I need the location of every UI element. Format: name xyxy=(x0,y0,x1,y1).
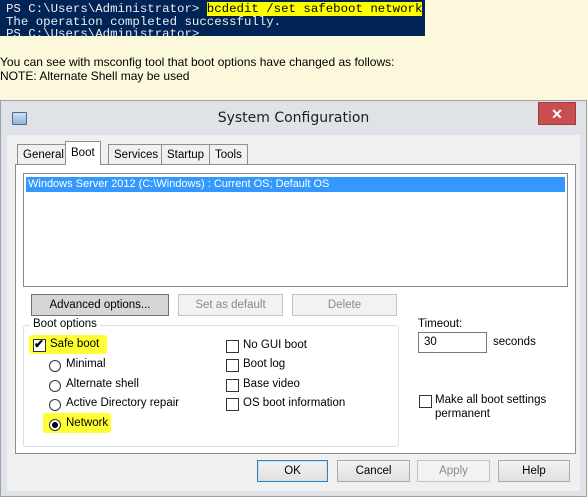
alternate-shell-label: Alternate shell xyxy=(66,378,139,390)
window-title: System Configuration xyxy=(217,110,370,126)
make-permanent-checkbox[interactable] xyxy=(419,395,432,408)
apply-button[interactable]: Apply xyxy=(417,460,490,482)
no-gui-boot-label: No GUI boot xyxy=(243,339,307,351)
no-gui-boot-checkbox[interactable] xyxy=(226,340,239,353)
safe-boot-label: Safe boot xyxy=(50,338,100,350)
delete-button[interactable]: Delete xyxy=(292,294,397,316)
system-configuration-window: System Configuration ✕ General Boot Serv… xyxy=(0,100,587,497)
note-line-1: You can see with msconfig tool that boot… xyxy=(0,55,395,69)
make-permanent-label-line2: permanent xyxy=(435,408,490,420)
safe-boot-checkbox[interactable] xyxy=(33,337,46,352)
boot-log-checkbox[interactable] xyxy=(226,359,239,372)
boot-tab-panel: Windows Server 2012 (C:\Windows) : Curre… xyxy=(15,164,576,454)
close-button[interactable]: ✕ xyxy=(538,102,576,125)
os-boot-information-label: OS boot information xyxy=(243,397,346,409)
powershell-console: PS C:\Users\Administrator> bcdedit /set … xyxy=(0,0,425,36)
active-directory-repair-radio[interactable] xyxy=(49,399,61,411)
help-button[interactable]: Help xyxy=(498,460,570,482)
boot-options-label: Boot options xyxy=(30,318,100,330)
cancel-button[interactable]: Cancel xyxy=(337,460,410,482)
boot-log-label: Boot log xyxy=(243,358,286,370)
tab-boot[interactable]: Boot xyxy=(65,141,101,165)
tab-tools[interactable]: Tools xyxy=(209,144,248,164)
timeout-input[interactable]: 30 xyxy=(418,332,487,353)
make-permanent-label-line1: Make all boot settings xyxy=(435,394,547,406)
network-radio[interactable] xyxy=(49,419,61,431)
alternate-shell-radio[interactable] xyxy=(49,380,61,392)
dialog-client: General Boot Services Startup Tools Wind… xyxy=(7,135,580,491)
network-label: Network xyxy=(66,417,109,429)
timeout-unit-label: seconds xyxy=(493,336,536,348)
title-bar[interactable]: System Configuration ✕ xyxy=(1,101,586,135)
note-line-2: NOTE: Alternate Shell may be used xyxy=(0,69,190,83)
os-list[interactable]: Windows Server 2012 (C:\Windows) : Curre… xyxy=(23,173,568,287)
timeout-label: Timeout: xyxy=(418,318,463,330)
boot-options-group: Boot options Safe boot Minimal Alternate… xyxy=(23,318,399,447)
active-directory-repair-label: Active Directory repair xyxy=(66,397,180,409)
ps-prompt-2: PS C:\Users\Administrator> xyxy=(6,27,200,36)
base-video-checkbox[interactable] xyxy=(226,379,239,392)
minimal-radio[interactable] xyxy=(49,360,61,372)
os-boot-information-checkbox[interactable] xyxy=(226,398,239,411)
os-list-item[interactable]: Windows Server 2012 (C:\Windows) : Curre… xyxy=(26,177,565,192)
tab-startup[interactable]: Startup xyxy=(161,144,211,164)
set-as-default-button[interactable]: Set as default xyxy=(178,294,283,316)
advanced-options-button[interactable]: Advanced options... xyxy=(31,294,169,316)
tab-general[interactable]: General xyxy=(17,144,70,164)
ok-button[interactable]: OK xyxy=(257,460,328,482)
minimal-label: Minimal xyxy=(66,358,106,370)
tab-services[interactable]: Services xyxy=(108,144,165,164)
base-video-label: Base video xyxy=(243,378,300,390)
